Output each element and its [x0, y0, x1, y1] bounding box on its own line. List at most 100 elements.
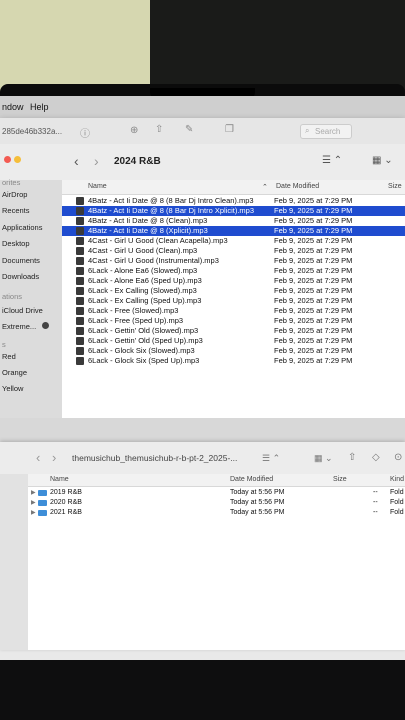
audio-file-icon	[76, 347, 84, 355]
forward-icon[interactable]: ›	[52, 450, 56, 465]
column-name[interactable]: Name	[88, 183, 107, 190]
folder-list: Name Date Modified Size Kind ▶ 2019 R&B To…	[28, 474, 405, 650]
file-date: Feb 9, 2025 at 7:29 PM	[274, 216, 353, 225]
folder-row[interactable]: ▶ 2021 R&B Today at 5:56 PM -- Fold	[28, 508, 405, 518]
file-row[interactable]: 6Lack - Alone Ea6 (Sped Up).mp3 Feb 9, 20…	[62, 276, 405, 286]
file-row[interactable]: 4Batz - Act Ii Date @ 8 (8 Bar Dj Intro …	[62, 206, 405, 216]
back-icon[interactable]: ‹	[74, 153, 79, 169]
audio-file-icon	[76, 287, 84, 295]
file-row[interactable]: 6Lack - Ex Calling (Sped Up).mp3 Feb 9, 2…	[62, 296, 405, 306]
sidebar-section-locations: ations	[2, 292, 23, 301]
list-view-icon[interactable]: ☰ ⌃	[262, 453, 280, 464]
audio-file-icon	[76, 207, 84, 215]
file-row[interactable]: 6Lack - Ex Calling (Slowed).mp3 Feb 9, 20…	[62, 286, 405, 296]
sidebar-item-recents[interactable]: Recents	[2, 206, 30, 215]
folder-list-header: Name Date Modified Size Kind	[28, 474, 405, 487]
tag-icon[interactable]: ◇	[372, 452, 380, 463]
disclosure-triangle-icon[interactable]: ▶	[31, 488, 36, 498]
file-date: Feb 9, 2025 at 7:29 PM	[274, 336, 353, 345]
file-name: 4Batz - Act Ii Date @ 8 (8 Bar Dj Intro …	[88, 196, 254, 205]
file-row[interactable]: 6Lack - Glock Six (Sped Up).mp3 Feb 9, 20…	[62, 356, 405, 366]
menu-window[interactable]: ndow	[2, 102, 24, 112]
file-row[interactable]: 6Lack - Gettin' Old (Slowed).mp3 Feb 9, 2…	[62, 326, 405, 336]
file-row[interactable]: 4Cast - Girl U Good (Instrumental).mp3 Fe…	[62, 256, 405, 266]
folder-title: 2024 R&B	[114, 156, 161, 167]
sidebar-item-downloads[interactable]: Downloads	[2, 272, 39, 281]
sidebar-item-applications[interactable]: Applications	[2, 223, 42, 232]
file-row[interactable]: 6Lack - Glock Six (Slowed).mp3 Feb 9, 202…	[62, 346, 405, 356]
file-row[interactable]: 4Cast - Girl U Good (Clean).mp3 Feb 9, 20…	[62, 246, 405, 256]
file-row[interactable]: 4Batz - Act Ii Date @ 8 (Clean).mp3 Feb 9…	[62, 216, 405, 226]
finder-window-secondary: ‹ › themusichub_themusichub-r-b-pt-2_202…	[0, 442, 405, 650]
file-row[interactable]: 6Lack - Alone Ea6 (Slowed).mp3 Feb 9, 202…	[62, 266, 405, 276]
column-name-2[interactable]: Name	[50, 476, 69, 483]
file-name: 4Cast - Girl U Good (Clean).mp3	[88, 246, 198, 255]
folder-row[interactable]: ▶ 2020 R&B Today at 5:56 PM -- Fold	[28, 498, 405, 508]
file-date: Feb 9, 2025 at 7:29 PM	[274, 196, 353, 205]
audio-file-icon	[76, 357, 84, 365]
folder-name: 2021 R&B	[50, 509, 82, 516]
file-date: Feb 9, 2025 at 7:29 PM	[274, 276, 353, 285]
disclosure-triangle-icon[interactable]: ▶	[31, 508, 36, 518]
list-view-icon[interactable]: ☰ ⌃	[322, 155, 342, 166]
search-field[interactable]: ⌕ Search	[300, 124, 352, 139]
back-icon[interactable]: ‹	[36, 450, 40, 465]
more-icon[interactable]: ⊙	[394, 452, 402, 463]
close-button[interactable]	[4, 156, 11, 163]
finder-titlebar: ‹ › 2024 R&B ☰ ⌃ ▦ ⌄	[0, 144, 405, 181]
file-name: 4Batz - Act Ii Date @ 8 (Xplicit).mp3	[88, 226, 208, 235]
audio-file-icon	[76, 257, 84, 265]
audio-file-icon	[76, 297, 84, 305]
file-date: Feb 9, 2025 at 7:29 PM	[274, 346, 353, 355]
sort-chevron-icon[interactable]: ⌃	[262, 183, 268, 191]
column-date-2[interactable]: Date Modified	[230, 476, 273, 483]
file-name: 6Lack - Gettin' Old (Sped Up).mp3	[88, 336, 203, 345]
file-row[interactable]: 6Lack - Free (Slowed).mp3 Feb 9, 2025 at …	[62, 306, 405, 316]
file-list: Name ⌃ Date Modified Size 4Batz - Act Ii…	[62, 180, 405, 418]
file-name: 6Lack - Glock Six (Slowed).mp3	[88, 346, 195, 355]
pen-icon[interactable]: ✎	[185, 124, 193, 135]
audio-file-icon	[76, 247, 84, 255]
file-date: Feb 9, 2025 at 7:29 PM	[274, 356, 353, 365]
folder-size: --	[373, 489, 378, 496]
file-row[interactable]: 6Lack - Gettin' Old (Sped Up).mp3 Feb 9, …	[62, 336, 405, 346]
file-row[interactable]: 6Lack - Free (Sped Up).mp3 Feb 9, 2025 at…	[62, 316, 405, 326]
share-icon[interactable]: ⇧	[155, 124, 163, 135]
sidebar-section-tags: s	[2, 340, 6, 349]
folder-name: 2019 R&B	[50, 489, 82, 496]
window-icon[interactable]: ❐	[225, 124, 234, 135]
sidebar-item-icloud[interactable]: iCloud Drive	[2, 306, 43, 315]
folder-row[interactable]: ▶ 2019 R&B Today at 5:56 PM -- Fold	[28, 488, 405, 498]
file-date: Feb 9, 2025 at 7:29 PM	[274, 266, 353, 275]
zoom-icon[interactable]: ⊕	[130, 125, 138, 136]
file-date: Feb 9, 2025 at 7:29 PM	[274, 256, 353, 265]
sidebar-tag-yellow[interactable]: Yellow	[2, 384, 23, 393]
disclosure-triangle-icon[interactable]: ▶	[31, 498, 36, 508]
sidebar-item-desktop[interactable]: Desktop	[2, 239, 30, 248]
eject-icon[interactable]	[42, 322, 49, 329]
info-icon[interactable]: ⓘ	[80, 125, 90, 140]
sidebar-item-extreme[interactable]: Extreme...	[2, 322, 36, 331]
file-row[interactable]: 4Batz - Act Ii Date @ 8 (Xplicit).mp3 Feb…	[62, 226, 405, 236]
column-size-2[interactable]: Size	[333, 476, 347, 483]
column-kind-2[interactable]: Kind	[390, 476, 404, 483]
sidebar-tag-red[interactable]: Red	[2, 352, 16, 361]
minimize-button[interactable]	[14, 156, 21, 163]
grid-view-icon[interactable]: ▦ ⌄	[314, 453, 333, 464]
file-row[interactable]: 4Batz - Act Ii Date @ 8 (8 Bar Dj Intro …	[62, 196, 405, 206]
desktop-gap	[0, 418, 405, 442]
sidebar-item-documents[interactable]: Documents	[2, 256, 40, 265]
sidebar-item-airdrop[interactable]: AirDrop	[2, 190, 27, 199]
folder-date: Today at 5:56 PM	[230, 489, 285, 496]
address-text[interactable]: 285de46b332a...	[2, 127, 62, 136]
column-size[interactable]: Size	[388, 183, 402, 190]
sidebar-tag-orange[interactable]: Orange	[2, 368, 27, 377]
menu-help[interactable]: Help	[30, 102, 49, 112]
column-date-modified[interactable]: Date Modified	[276, 183, 319, 190]
audio-file-icon	[76, 307, 84, 315]
grid-view-icon[interactable]: ▦ ⌄	[372, 155, 393, 166]
forward-icon[interactable]: ›	[94, 153, 99, 169]
file-row[interactable]: 4Cast - Girl U Good (Clean Acapella).mp3…	[62, 236, 405, 246]
wall	[0, 0, 150, 92]
share-icon[interactable]: ⇧	[348, 452, 356, 463]
